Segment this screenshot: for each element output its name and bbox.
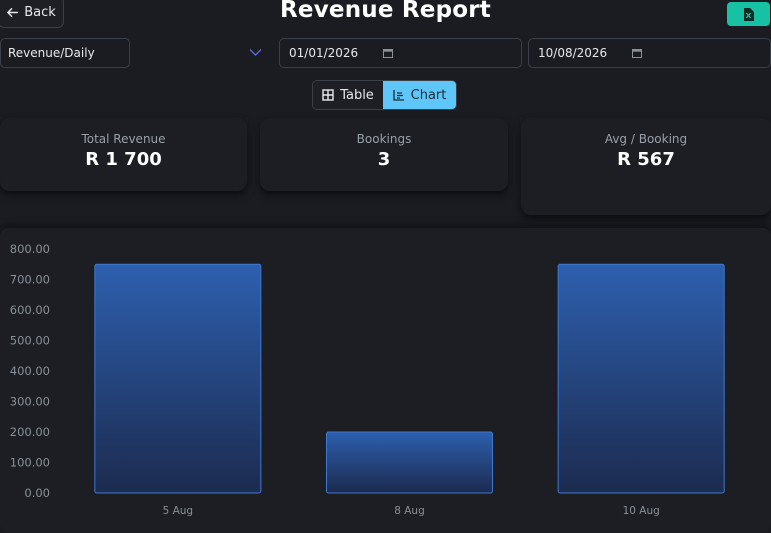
revenue-report-page: Back Revenue Report Revenue/Daily 01/01/… — [0, 0, 771, 533]
excel-file-icon — [744, 7, 754, 21]
avg-booking-card: Avg / Booking R 567 — [521, 118, 771, 215]
tab-chart-label: Chart — [410, 87, 447, 103]
bar-8-aug[interactable] — [326, 431, 493, 494]
bookings-value: 3 — [377, 149, 391, 170]
avg-booking-label: Avg / Booking — [604, 132, 688, 146]
x-tick-label: 10 Aug — [623, 505, 660, 517]
tab-chart[interactable]: Chart — [383, 81, 456, 109]
y-tick-label: 400.00 — [10, 364, 50, 378]
tab-table[interactable]: Table — [313, 81, 384, 109]
page-title: Revenue Report — [280, 0, 491, 23]
tab-table-label: Table — [340, 87, 374, 103]
chevron-down-icon[interactable] — [249, 48, 262, 57]
bookings-label: Bookings — [356, 132, 412, 146]
revenue-chart-panel: 0.00 100.00 200.00 300.00 400.00 500.00 600.00… — [0, 228, 771, 533]
x-tick-label: 5 Aug — [163, 505, 194, 517]
y-tick-label: 200.00 — [10, 425, 50, 439]
total-revenue-label: Total Revenue — [81, 132, 166, 146]
total-revenue-card: Total Revenue R 1 700 — [0, 118, 247, 191]
bar-chart-icon — [392, 90, 404, 101]
date-to-input[interactable]: 10/08/2026 — [528, 38, 771, 68]
y-tick-label: 500.00 — [10, 334, 50, 348]
avg-booking-value: R 567 — [617, 149, 675, 170]
y-tick-label: 0.00 — [24, 486, 50, 500]
date-from-input[interactable]: 01/01/2026 — [279, 38, 522, 68]
report-type-select[interactable]: Revenue/Daily — [0, 38, 130, 68]
y-tick-label: 100.00 — [10, 456, 50, 470]
bar-5-aug[interactable] — [94, 263, 262, 494]
total-revenue-value: R 1 700 — [85, 149, 162, 170]
date-to-value: 10/08/2026 — [538, 46, 608, 60]
bookings-card: Bookings 3 — [260, 118, 508, 191]
y-tick-label: 800.00 — [10, 242, 50, 256]
y-tick-label: 300.00 — [10, 395, 50, 409]
table-grid-icon — [322, 89, 334, 101]
view-toggle: Table Chart — [312, 80, 457, 110]
calendar-icon[interactable] — [632, 48, 642, 58]
bar-10-aug[interactable] — [557, 263, 725, 494]
y-tick-label: 700.00 — [10, 273, 50, 287]
y-tick-label: 600.00 — [10, 303, 50, 317]
export-excel-button[interactable] — [727, 2, 770, 26]
x-tick-label: 8 Aug — [394, 505, 425, 517]
revenue-bar-chart: 0.00 100.00 200.00 300.00 400.00 500.00 600.00… — [10, 242, 725, 517]
report-type-value: Revenue/Daily — [8, 46, 95, 60]
date-from-value: 01/01/2026 — [289, 46, 359, 60]
calendar-icon[interactable] — [383, 48, 393, 58]
